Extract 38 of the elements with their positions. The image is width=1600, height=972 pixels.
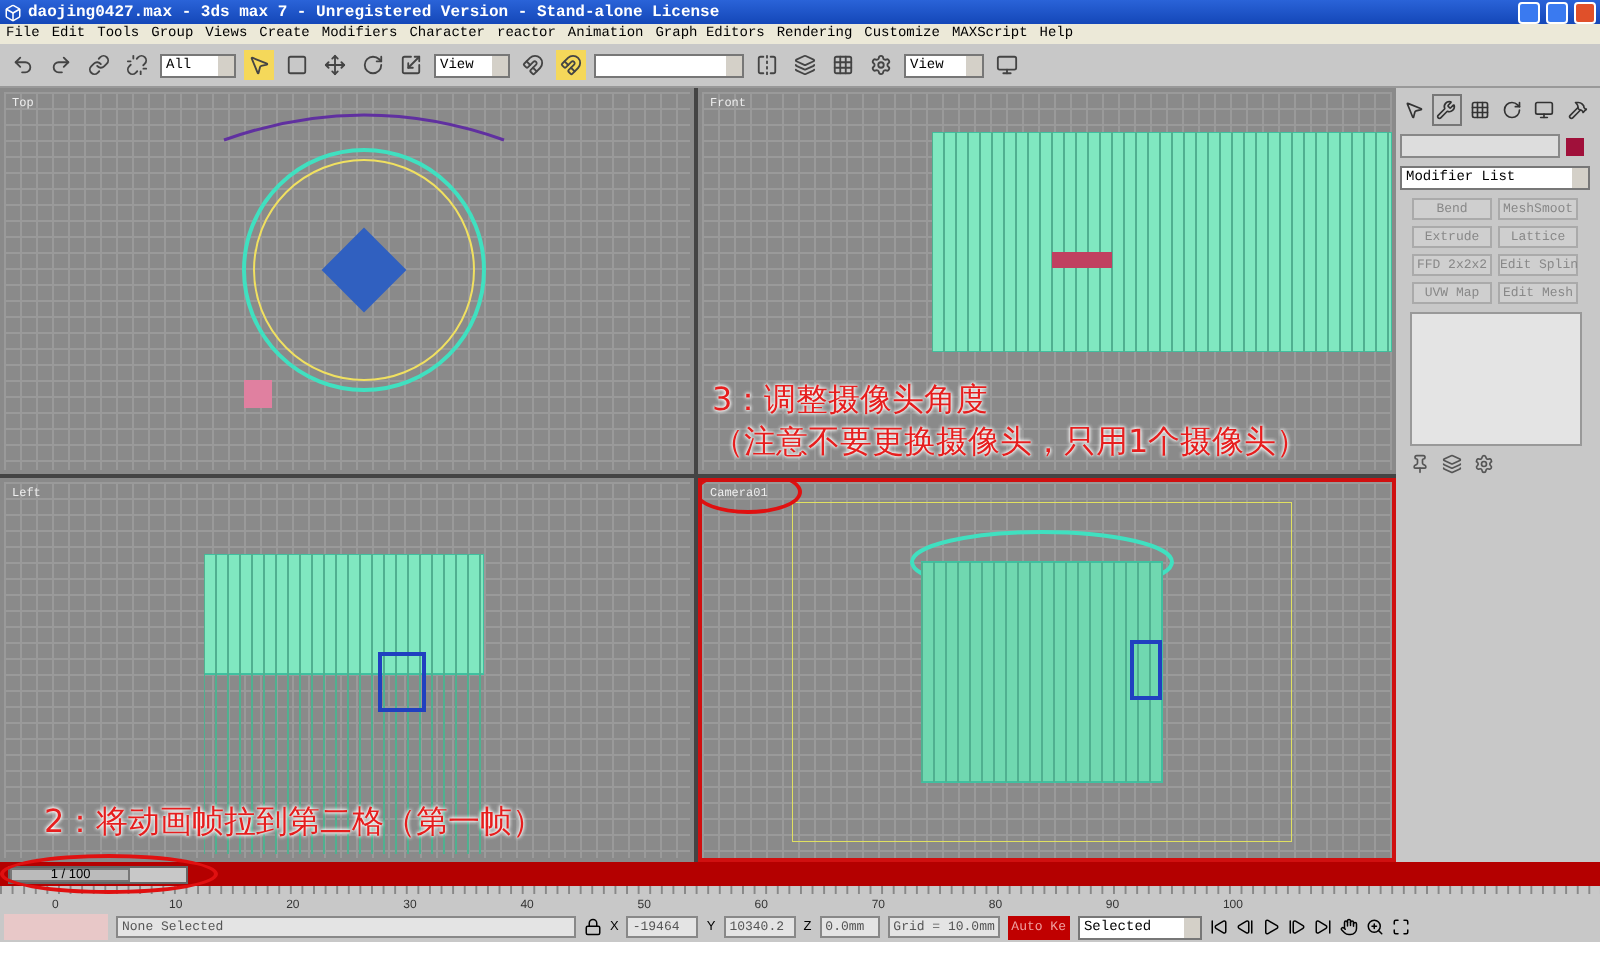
go-to-end-icon[interactable] <box>1313 918 1332 936</box>
mirror-icon[interactable] <box>752 50 782 80</box>
rotate-icon[interactable] <box>358 50 388 80</box>
move-icon[interactable] <box>320 50 350 80</box>
grid-icon[interactable] <box>828 50 858 80</box>
next-frame-icon[interactable] <box>1287 918 1306 936</box>
zoom-icon[interactable] <box>1365 918 1384 936</box>
configure-icon[interactable] <box>1474 454 1494 474</box>
maximize-viewport-icon[interactable] <box>1391 918 1410 936</box>
object-name-field[interactable] <box>1400 134 1560 158</box>
minimize-button[interactable] <box>1518 1 1540 23</box>
link-icon[interactable] <box>84 50 114 80</box>
annotation-text: 2：将动画帧拉到第二格（第一帧） <box>44 800 545 842</box>
maximize-button[interactable] <box>1546 1 1568 23</box>
named-selection-field[interactable] <box>594 53 744 77</box>
pan-icon[interactable] <box>1339 918 1358 936</box>
go-to-start-icon[interactable] <box>1209 918 1228 936</box>
lock-icon[interactable] <box>584 918 602 936</box>
angle-snap-icon[interactable] <box>556 50 586 80</box>
unlink-icon[interactable] <box>122 50 152 80</box>
close-button[interactable] <box>1574 1 1596 23</box>
scale-icon[interactable] <box>396 50 426 80</box>
object-color-swatch[interactable] <box>1566 137 1584 155</box>
select-region-icon[interactable] <box>282 50 312 80</box>
render-icon[interactable] <box>992 50 1022 80</box>
play-icon[interactable] <box>1261 918 1280 936</box>
previous-frame-icon[interactable] <box>1235 918 1254 936</box>
modify-tab-icon[interactable] <box>1432 94 1462 126</box>
app-icon <box>4 3 22 21</box>
layers-icon[interactable] <box>790 50 820 80</box>
annotation-text: 3：调整摄像头角度 <box>712 378 991 420</box>
snap-icon[interactable] <box>518 50 548 80</box>
annotation-text: （注意不要更换摄像头，只用1个摄像头） <box>712 420 1309 462</box>
show-end-result-icon[interactable] <box>1442 454 1462 474</box>
window-title: daojing0427.max - 3ds max 7 - Unregistered Version - Stand-alone License <box>28 3 722 21</box>
pin-stack-icon[interactable] <box>1410 454 1430 474</box>
select-pointer-icon[interactable] <box>244 50 274 80</box>
material-editor-icon[interactable] <box>866 50 896 80</box>
